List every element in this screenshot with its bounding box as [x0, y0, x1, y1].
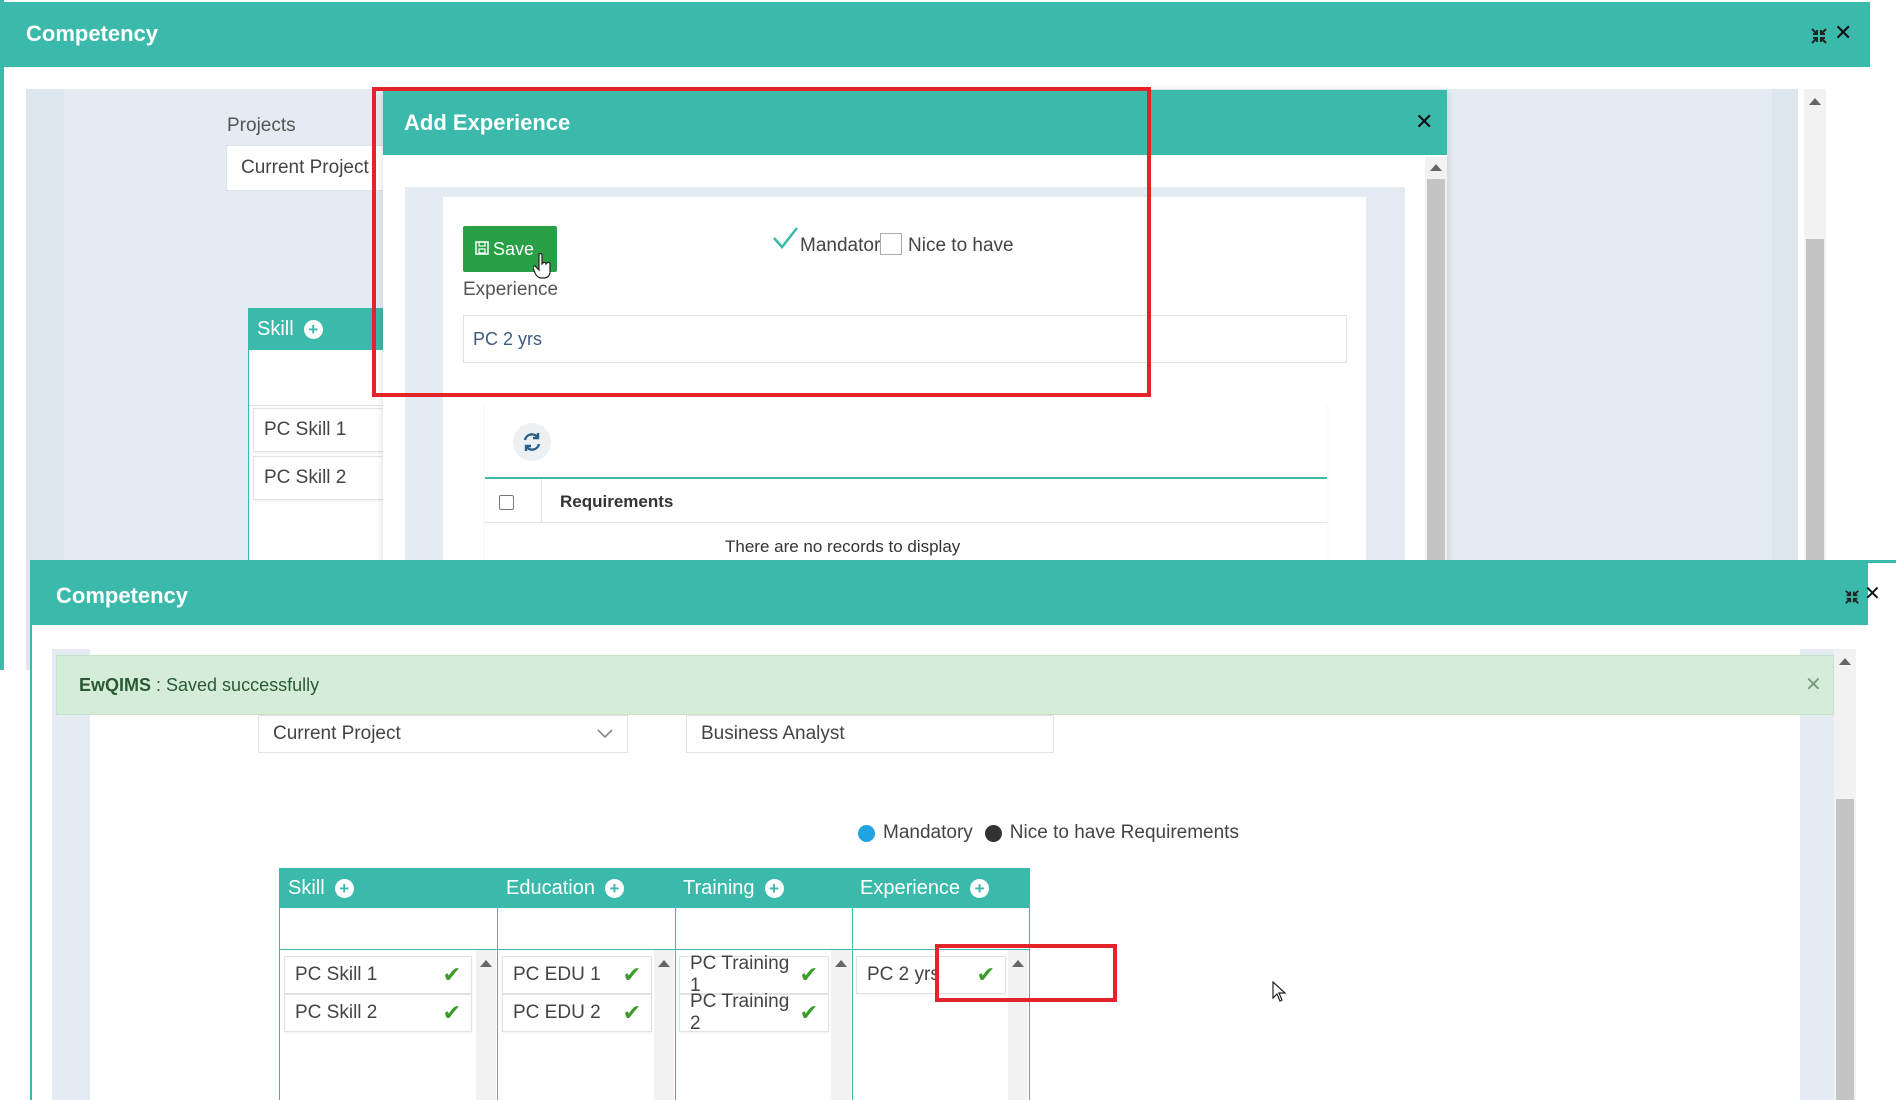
check-icon: ✔ [442, 962, 461, 987]
bottom-window-title: Competency [56, 583, 189, 608]
skill-column: Skill + PC Skill 1 ✔ PC Skill 2 ✔ [279, 868, 498, 1100]
top-window-close-icon[interactable]: ✕ [1834, 20, 1852, 46]
education-column-scrollbar[interactable] [654, 950, 674, 1100]
skill-item[interactable]: PC Skill 2 ✔ [284, 994, 472, 1032]
bottom-competency-window: Competency ✕ EwQIMS : Saved successfully… [30, 560, 1896, 1100]
skill-item-label: PC Skill 2 [295, 1002, 378, 1023]
requirements-header: Requirements [560, 492, 674, 511]
screenshot-stage: Competency ✕ Projects Current Project Sk… [0, 0, 1896, 1100]
top-window-titlebar: Competency ✕ [4, 2, 1870, 67]
skill-item-label: PC Skill 1 [295, 964, 378, 985]
training-scroll-up-icon[interactable] [835, 960, 847, 967]
add-education-icon[interactable]: + [604, 878, 624, 898]
legend-mandatory-label: Mandatory [883, 822, 973, 843]
bottom-window-scrollbar[interactable] [1834, 649, 1856, 1100]
training-item-label: PC Training 2 [690, 991, 790, 1034]
training-column: Training + PC Training 1 ✔ PC Training 2 ✔ [675, 868, 853, 1100]
bottom-scroll-thumb[interactable] [1836, 799, 1854, 1100]
select-all-checkbox[interactable] [499, 495, 514, 510]
modal-scroll-up-icon[interactable] [1430, 164, 1442, 171]
check-icon: ✔ [622, 962, 641, 987]
alert-close-icon[interactable]: ✕ [1805, 672, 1822, 697]
requirements-header-row: Requirements [485, 479, 1327, 523]
mouse-pointer-icon [1272, 980, 1288, 1008]
check-icon: ✔ [442, 1000, 461, 1025]
highlight-frame-modal [372, 87, 1151, 397]
experience-column-header: Experience + [852, 868, 1029, 908]
bottom-window-minimize-icon[interactable] [1844, 589, 1860, 605]
education-scroll-up-icon[interactable] [658, 960, 670, 967]
chevron-down-icon[interactable] [597, 723, 613, 745]
education-filter-row [498, 908, 675, 950]
check-icon: ✔ [799, 1000, 818, 1025]
projects-label: Projects [227, 115, 296, 136]
legend-nice-label: Nice to have Requirements [1009, 822, 1239, 843]
role-field-value: Business Analyst [701, 723, 845, 744]
bottom-window-titlebar: Competency ✕ [32, 563, 1881, 625]
top-skill-item[interactable]: PC Skill 1 [253, 408, 387, 452]
add-experience-icon[interactable]: + [970, 878, 990, 898]
education-column-header: Education + [498, 868, 675, 908]
scroll-up-arrow-icon[interactable] [1809, 98, 1821, 105]
education-column-title: Education [506, 876, 595, 899]
training-item[interactable]: PC Training 2 ✔ [679, 991, 829, 1034]
role-field[interactable]: Business Analyst [686, 715, 1054, 753]
bottom-project-select[interactable]: Current Project [258, 715, 628, 753]
top-window-minimize-icon[interactable] [1810, 27, 1828, 45]
skill-item[interactable]: PC Skill 1 ✔ [284, 956, 472, 994]
education-item[interactable]: PC EDU 1 ✔ [502, 956, 652, 994]
add-skill-icon[interactable]: + [303, 319, 323, 339]
education-item-label: PC EDU 2 [513, 1002, 601, 1023]
highlight-frame-experience [935, 944, 1117, 1002]
window-left-edge [0, 0, 4, 670]
skill-column-header: Skill + [280, 868, 498, 908]
training-item[interactable]: PC Training 1 ✔ [679, 953, 829, 996]
training-column-title: Training [683, 876, 755, 899]
top-skill-header: Skill + [249, 308, 389, 350]
check-icon: ✔ [799, 962, 818, 987]
modal-close-icon[interactable]: ✕ [1415, 109, 1433, 135]
alert-app-name: EwQIMS [79, 675, 152, 695]
top-skill-item-label: PC Skill 1 [264, 419, 347, 440]
top-skill-item-label: PC Skill 2 [264, 467, 347, 488]
nice-to-have-dot-icon [984, 824, 1002, 842]
bottom-window-close-icon[interactable]: ✕ [1864, 581, 1881, 606]
check-icon: ✔ [622, 1000, 641, 1025]
education-column: Education + PC EDU 1 ✔ PC EDU 2 ✔ [498, 868, 676, 1100]
add-skill-icon[interactable]: + [334, 878, 354, 898]
skill-column-title: Skill [288, 876, 325, 899]
top-window-title: Competency [26, 21, 159, 46]
requirements-legend: Mandatory Nice to have Requirements [858, 822, 1239, 844]
top-skill-header-label: Skill [257, 317, 294, 340]
bottom-scroll-up-icon[interactable] [1839, 658, 1851, 665]
training-column-header: Training + [675, 868, 852, 908]
top-skill-filter-row [249, 350, 389, 406]
top-project-select-value: Current Project [241, 157, 369, 178]
mandatory-dot-icon [858, 824, 875, 842]
no-records-text: There are no records to display [725, 537, 961, 556]
education-item-label: PC EDU 1 [513, 964, 601, 985]
success-alert-text: EwQIMS : Saved successfully [79, 675, 319, 696]
header-divider [541, 479, 542, 523]
add-training-icon[interactable]: + [764, 878, 784, 898]
bottom-project-select-value: Current Project [273, 723, 401, 744]
top-skill-item[interactable]: PC Skill 2 [253, 456, 387, 500]
skill-column-scrollbar[interactable] [476, 950, 496, 1100]
refresh-icon[interactable] [513, 423, 551, 461]
success-alert: EwQIMS : Saved successfully ✕ [56, 655, 1834, 715]
skill-filter-row [280, 908, 498, 950]
training-column-scrollbar[interactable] [831, 950, 851, 1100]
experience-column-title: Experience [860, 876, 961, 899]
skill-scroll-up-icon[interactable] [480, 960, 492, 967]
alert-message: : Saved successfully [151, 675, 320, 695]
experience-item-label: PC 2 yrs [867, 964, 940, 985]
training-filter-row [675, 908, 852, 950]
education-item[interactable]: PC EDU 2 ✔ [502, 994, 652, 1032]
